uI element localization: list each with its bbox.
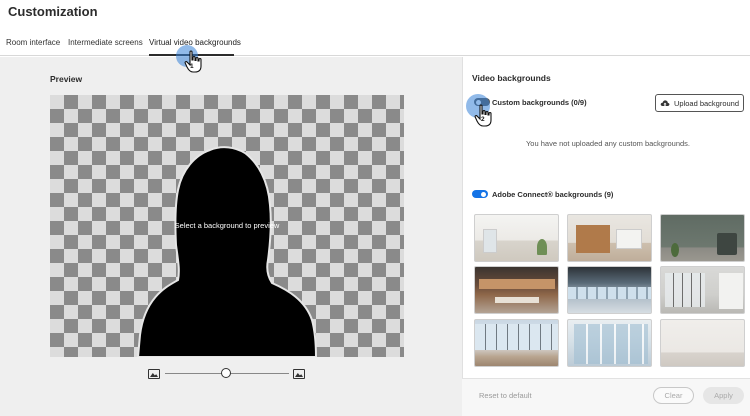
background-thumbnail[interactable] [567,214,652,262]
background-thumbnail[interactable] [660,266,745,314]
clear-button[interactable]: Clear [653,387,694,404]
page-title: Customization [8,4,98,19]
background-thumbnail[interactable] [660,319,745,367]
cloud-upload-icon [660,99,670,107]
slider-handle[interactable] [221,368,231,378]
background-thumbnail[interactable] [567,319,652,367]
reset-to-default-link[interactable]: Reset to default [479,391,532,400]
background-thumbnail[interactable] [474,214,559,262]
preview-placeholder-text: Select a background to preview [174,221,280,230]
background-thumbnail[interactable] [567,266,652,314]
video-backgrounds-title: Video backgrounds [472,73,551,83]
image-small-icon [148,369,160,379]
custom-backgrounds-label: Custom backgrounds (0/9) [492,98,587,107]
background-thumbnail[interactable] [474,319,559,367]
apply-button[interactable]: Apply [703,387,744,404]
tab-intermediate-screens[interactable]: Intermediate screens [68,38,143,47]
upload-background-label: Upload background [673,98,740,108]
step-marker-2: 2 [481,116,485,123]
tab-bar: Room interface Intermediate screens Virt… [0,36,750,56]
tab-virtual-video-backgrounds[interactable]: Virtual video backgrounds [149,38,241,47]
adobe-backgrounds-toggle[interactable] [472,190,488,198]
background-thumbnail[interactable] [660,214,745,262]
zoom-slider[interactable] [147,366,307,382]
tab-room-interface[interactable]: Room interface [6,38,60,47]
preview-label: Preview [50,74,83,84]
step-marker-1: 1 [190,63,194,70]
adobe-backgrounds-label: Adobe Connect® backgrounds (9) [492,190,614,199]
upload-background-button[interactable]: Upload background [655,94,744,112]
image-large-icon [293,369,305,379]
empty-custom-message: You have not uploaded any custom backgro… [525,139,690,148]
hand-cursor-icon [184,50,202,73]
background-thumbnail[interactable] [474,266,559,314]
